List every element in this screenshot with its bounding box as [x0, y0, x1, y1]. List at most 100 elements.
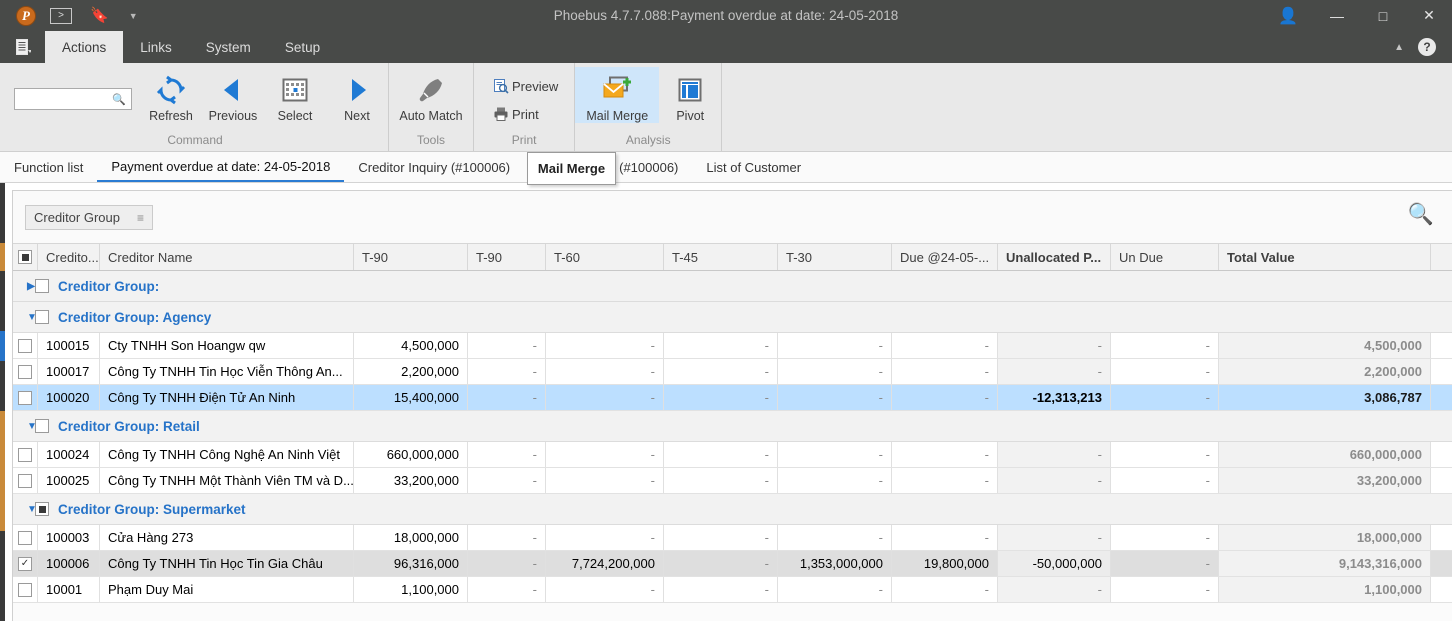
tab-creditor-inquiry[interactable]: Creditor Inquiry (#100006) [344, 152, 524, 182]
column-header-un-due[interactable]: Un Due [1111, 244, 1219, 270]
chevron-right-icon[interactable]: ▶ [13, 281, 35, 292]
row-checkbox[interactable] [13, 333, 38, 358]
mail-merge-icon [601, 71, 634, 109]
collapse-ribbon-icon[interactable]: ▲ [1380, 42, 1418, 53]
maximize-button[interactable]: □ [1360, 0, 1406, 31]
app-menu-icon[interactable] [8, 31, 38, 63]
tab-list-of-customer[interactable]: List of Customer [692, 152, 815, 182]
group-by-chip-creditor-group[interactable]: Creditor Group ≡ [25, 205, 153, 230]
mail-merge-button[interactable]: Mail Merge [575, 67, 660, 123]
cell-t30: - [778, 577, 892, 602]
close-button[interactable]: ✕ [1406, 0, 1452, 31]
select-label: Select [277, 109, 313, 123]
table-row[interactable]: 100003 Cửa Hàng 273 18,000,000 - - - - -… [13, 525, 1452, 551]
table-row[interactable]: 100015 Cty TNHH Son Hoangw qw 4,500,000 … [13, 333, 1452, 359]
chevron-down-icon[interactable]: ▼ [13, 312, 37, 323]
menu-tab-actions[interactable]: Actions [45, 31, 124, 63]
chevron-down-icon[interactable]: ▼ [13, 421, 37, 432]
column-header-t90-a[interactable]: T-90 [354, 244, 468, 270]
group-row[interactable]: ▼ Creditor Group: Supermarket [13, 494, 1452, 525]
group-row-label: Creditor Group: Supermarket [58, 501, 246, 517]
row-checkbox[interactable] [13, 577, 38, 602]
document-tab-bar: Function list Payment overdue at date: 2… [0, 152, 1452, 183]
menu-tab-links[interactable]: Links [123, 31, 189, 63]
cell-t45: - [664, 468, 778, 493]
user-account-icon[interactable]: 👤 [1268, 0, 1314, 31]
search-icon: 🔍 [112, 94, 126, 106]
cell-creditor-name: Cửa Hàng 273 [100, 525, 354, 550]
cell-due: - [892, 333, 998, 358]
minimize-button[interactable]: — [1314, 0, 1360, 31]
menu-tabs: Actions Links System Setup [45, 31, 337, 63]
cell-un-due: - [1111, 385, 1219, 410]
group-row[interactable]: ▼ Creditor Group: Agency [13, 302, 1452, 333]
pivot-button[interactable]: Pivot [659, 67, 721, 123]
group-filter-bar: Creditor Group ≡ 🔍 [13, 191, 1452, 243]
auto-match-label: Auto Match [399, 109, 463, 123]
cell-t45: - [664, 442, 778, 467]
menu-tab-setup[interactable]: Setup [268, 31, 337, 63]
grid-search-icon[interactable]: 🔍 [1408, 203, 1434, 227]
column-header-t30[interactable]: T-30 [778, 244, 892, 270]
column-header-creditor-id[interactable]: Credito... [38, 244, 100, 270]
chevron-down-icon[interactable]: ▼ [13, 504, 37, 515]
table-row[interactable]: 100017 Công Ty TNHH Tin Học Viễn Thông A… [13, 359, 1452, 385]
cell-creditor-id: 100024 [38, 442, 100, 467]
column-header-creditor-name[interactable]: Creditor Name [100, 244, 354, 270]
auto-match-button[interactable]: Auto Match [389, 67, 473, 123]
cell-t60: 7,724,200,000 [546, 551, 664, 576]
cell-t45: - [664, 333, 778, 358]
cell-due: - [892, 385, 998, 410]
table-row[interactable]: 100024 Công Ty TNHH Công Nghệ An Ninh Vi… [13, 442, 1452, 468]
cell-un-due: - [1111, 577, 1219, 602]
column-header-unallocated[interactable]: Unallocated P... [998, 244, 1111, 270]
row-checkbox[interactable] [13, 385, 38, 410]
group-checkbox[interactable] [35, 279, 49, 293]
column-header-t90-b[interactable]: T-90 [468, 244, 546, 270]
menu-tab-system[interactable]: System [189, 31, 268, 63]
group-row[interactable]: ▼ Creditor Group: Retail [13, 411, 1452, 442]
row-checkbox[interactable] [13, 525, 38, 550]
next-button[interactable]: Next [326, 67, 388, 123]
cell-total-value: 9,143,316,000 [1219, 551, 1431, 576]
cell-un-due: - [1111, 333, 1219, 358]
group-checkbox[interactable] [35, 419, 49, 433]
help-icon[interactable]: ? [1418, 38, 1436, 56]
column-header-t60[interactable]: T-60 [546, 244, 664, 270]
refresh-icon [156, 71, 186, 109]
select-all-checkbox[interactable] [13, 244, 38, 270]
column-header-due[interactable]: Due @24-05-... [892, 244, 998, 270]
row-checkbox[interactable]: ✓ [13, 551, 38, 576]
preview-button[interactable]: Preview [484, 72, 564, 100]
column-header-t45[interactable]: T-45 [664, 244, 778, 270]
group-row[interactable]: ▶ Creditor Group: [13, 271, 1452, 302]
drag-handle-icon[interactable]: ≡ [137, 211, 144, 225]
tab-payment-overdue[interactable]: Payment overdue at date: 24-05-2018 [97, 152, 345, 182]
printer-icon [490, 106, 512, 122]
cell-t60: - [546, 333, 664, 358]
table-row[interactable]: 10001 Phạm Duy Mai 1,100,000 - - - - - -… [13, 577, 1452, 603]
cell-t90-b: - [468, 385, 546, 410]
group-row-label: Creditor Group: Agency [58, 309, 212, 325]
refresh-button[interactable]: Refresh [140, 67, 202, 123]
group-checkbox[interactable] [35, 502, 49, 516]
preview-label: Preview [512, 78, 559, 94]
print-button[interactable]: Print [484, 100, 564, 128]
tab-function-list[interactable]: Function list [0, 152, 97, 182]
row-checkbox[interactable] [13, 359, 38, 384]
row-checkbox[interactable] [13, 442, 38, 467]
table-row[interactable]: 100025 Công Ty TNHH Một Thành Viên TM và… [13, 468, 1452, 494]
table-row[interactable]: 100020 Công Ty TNHH Điện Tử An Ninh 15,4… [13, 385, 1452, 411]
select-button[interactable]: Select [264, 67, 326, 123]
print-preview-icon [490, 78, 512, 94]
group-checkbox[interactable] [35, 310, 49, 324]
table-row[interactable]: ✓ 100006 Công Ty TNHH Tin Học Tin Gia Ch… [13, 551, 1452, 577]
search-input[interactable]: 🔍 [14, 88, 132, 110]
cell-due: - [892, 359, 998, 384]
cell-t90-b: - [468, 577, 546, 602]
column-header-total-value[interactable]: Total Value [1219, 244, 1431, 270]
mail-merge-label: Mail Merge [586, 109, 649, 123]
cell-due: - [892, 525, 998, 550]
row-checkbox[interactable] [13, 468, 38, 493]
previous-button[interactable]: Previous [202, 67, 264, 123]
